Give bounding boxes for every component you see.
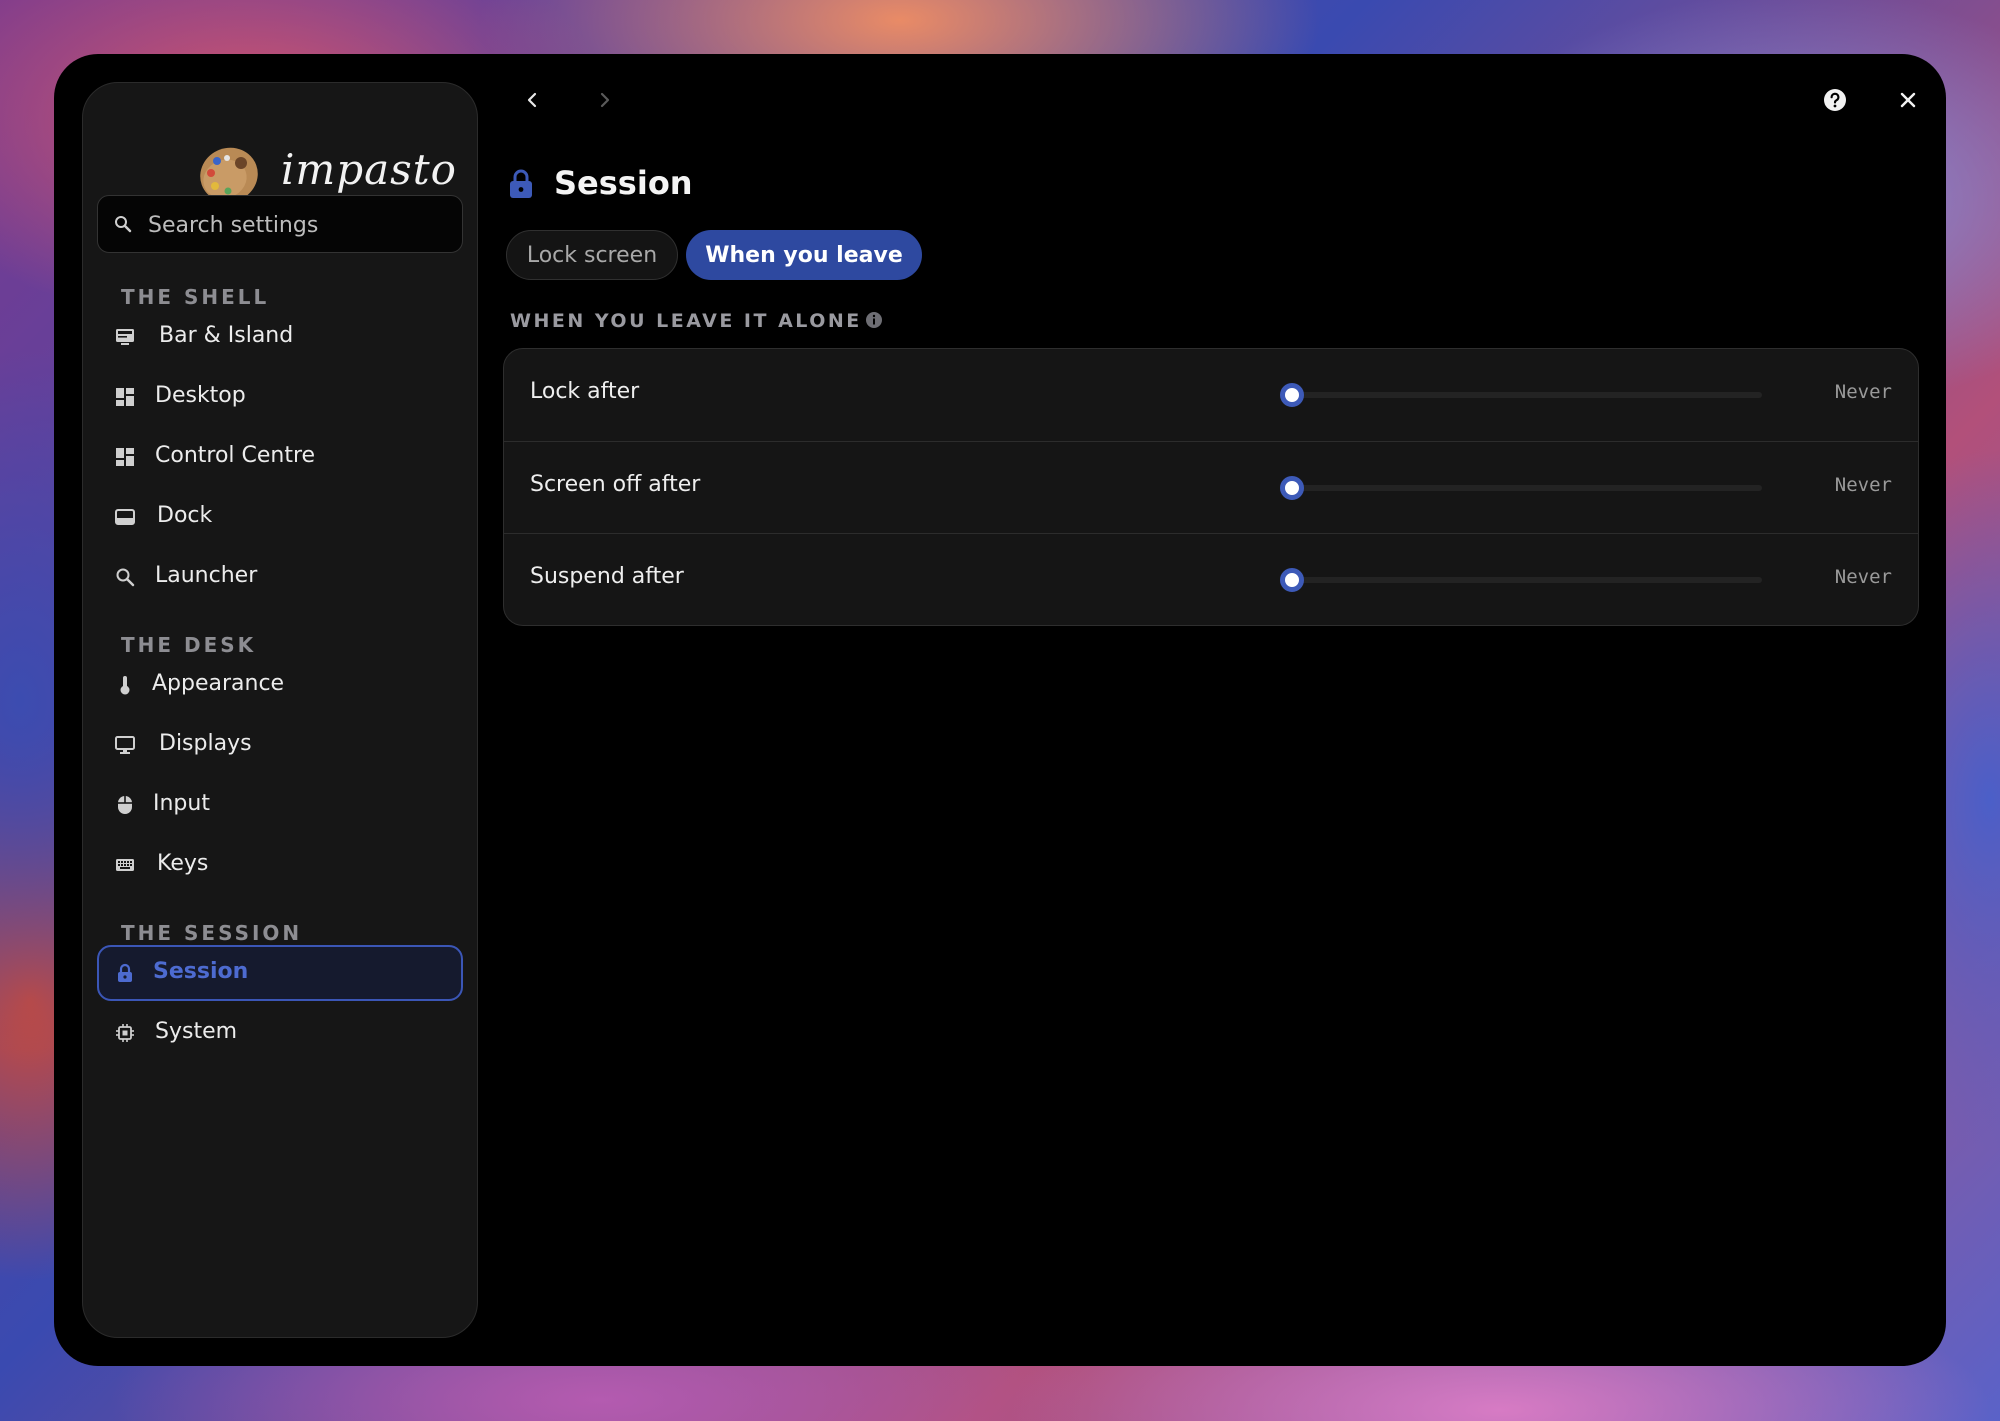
- sidebar-item-system[interactable]: System: [97, 1005, 463, 1061]
- setting-row-suspend-after: Suspend after Never: [504, 533, 1918, 625]
- sidebar-item-label: Displays: [159, 731, 252, 756]
- sidebar-item-input[interactable]: Input: [97, 777, 463, 833]
- sidebar-item-label: Launcher: [155, 563, 258, 588]
- monitor-bar-icon: [116, 329, 134, 345]
- sidebar-item-label: Control Centre: [155, 443, 316, 468]
- screen-off-after-slider[interactable]: [1280, 476, 1762, 500]
- tab-lock-screen[interactable]: Lock screen: [506, 230, 678, 280]
- setting-value: Never: [1834, 566, 1892, 588]
- chip-icon: [116, 1024, 134, 1042]
- page-title: Session: [554, 164, 693, 202]
- section-heading-desk: THE DESK: [121, 633, 257, 657]
- grid-icon: [116, 388, 134, 406]
- setting-label: Suspend after: [530, 564, 684, 589]
- mouse-icon: [118, 796, 132, 814]
- forward-button[interactable]: [585, 80, 625, 120]
- keyboard-icon: [116, 859, 134, 871]
- sidebar-item-session[interactable]: Session: [97, 945, 463, 1001]
- back-button[interactable]: [512, 80, 552, 120]
- sidebar-item-bar-island[interactable]: Bar & Island: [97, 309, 463, 365]
- setting-row-screen-off-after: Screen off after Never: [504, 441, 1918, 534]
- lock-after-slider[interactable]: [1280, 383, 1762, 407]
- close-button[interactable]: [1888, 80, 1928, 120]
- info-icon[interactable]: [865, 311, 883, 329]
- sidebar-item-label: Input: [153, 791, 210, 816]
- chevron-left-icon: [527, 92, 537, 108]
- suspend-after-slider[interactable]: [1280, 568, 1762, 592]
- setting-value: Never: [1834, 474, 1892, 496]
- help-button[interactable]: [1815, 80, 1855, 120]
- setting-label: Screen off after: [530, 472, 701, 497]
- sidebar-item-label: Appearance: [152, 671, 285, 696]
- sidebar-item-appearance[interactable]: Appearance: [97, 657, 463, 713]
- monitor-icon: [115, 736, 135, 754]
- grid-icon: [116, 448, 134, 466]
- sidebar-item-desktop[interactable]: Desktop: [97, 369, 463, 425]
- settings-card: Lock after Never Screen off after Never …: [503, 348, 1919, 626]
- help-icon: [1824, 89, 1846, 111]
- lock-icon: [118, 963, 132, 982]
- sidebar-item-launcher[interactable]: Launcher: [97, 549, 463, 605]
- tab-when-you-leave[interactable]: When you leave: [686, 230, 922, 280]
- slider-knob[interactable]: [1280, 383, 1304, 407]
- lock-icon: [510, 169, 532, 198]
- thermometer-icon: [120, 676, 130, 695]
- app-name: impasto: [281, 145, 457, 194]
- sidebar-item-dock[interactable]: Dock: [97, 489, 463, 545]
- sidebar-item-label: Bar & Island: [159, 323, 294, 348]
- chevron-right-icon: [600, 92, 610, 108]
- sidebar: impasto THE SHELL Bar & Island: [82, 82, 478, 1338]
- search-icon: [115, 216, 132, 233]
- sidebar-item-label: Desktop: [155, 383, 246, 408]
- search-icon: [116, 568, 135, 587]
- group-heading: WHEN YOU LEAVE IT ALONE: [510, 310, 862, 332]
- setting-row-lock-after: Lock after Never: [504, 349, 1918, 441]
- dock-icon: [115, 509, 135, 525]
- slider-knob[interactable]: [1280, 476, 1304, 500]
- section-heading-session: THE SESSION: [121, 921, 303, 945]
- section-heading-shell: THE SHELL: [121, 285, 270, 309]
- sidebar-item-control-centre[interactable]: Control Centre: [97, 429, 463, 485]
- setting-value: Never: [1834, 381, 1892, 403]
- sidebar-item-label: Session: [153, 959, 249, 984]
- slider-knob[interactable]: [1280, 568, 1304, 592]
- setting-label: Lock after: [530, 379, 640, 404]
- sidebar-item-label: Keys: [157, 851, 209, 876]
- search-box[interactable]: [97, 195, 463, 254]
- sidebar-item-label: System: [155, 1019, 238, 1044]
- search-input[interactable]: [146, 196, 450, 254]
- settings-window: impasto THE SHELL Bar & Island: [54, 54, 1946, 1366]
- sidebar-item-keys[interactable]: Keys: [97, 837, 463, 893]
- sidebar-item-label: Dock: [157, 503, 213, 528]
- sidebar-item-displays[interactable]: Displays: [97, 717, 463, 773]
- close-icon: [1900, 92, 1916, 108]
